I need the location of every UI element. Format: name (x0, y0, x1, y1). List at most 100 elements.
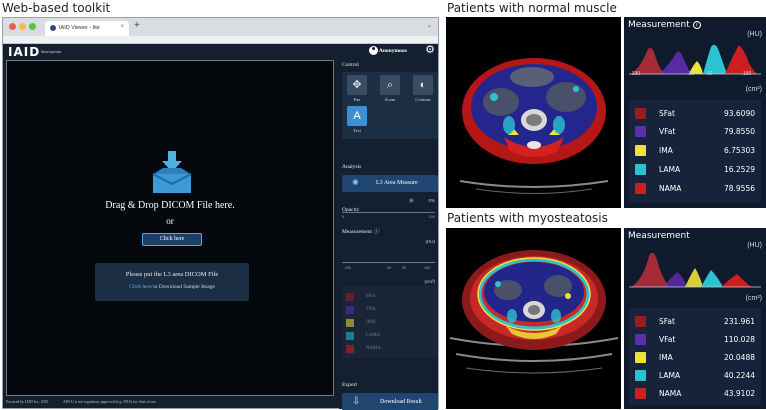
cm2-unit-label: (cm²) (745, 295, 762, 302)
ct-image-myosteatosis (446, 228, 621, 409)
hist-tick-label: -190 (630, 71, 641, 77)
contrast-icon: ◐ (413, 75, 433, 95)
tissue-list: SFat VFat IMA LAMA NAMA (342, 286, 438, 358)
tissue-label: VFat (366, 307, 376, 312)
sample-info-box: Please put the L3 area DICOM File Click … (95, 263, 249, 301)
measurement-row-value: 110.028 (723, 335, 755, 344)
new-tab-button[interactable]: + (134, 21, 140, 31)
measurement-row: VFat 79.8550 (635, 126, 755, 138)
tissue-label: NAMA (366, 346, 381, 351)
hu-unit-label: (HU) (425, 239, 436, 244)
measurement-title: Measurement i (628, 20, 701, 30)
cm2-unit-label: (cm²) (745, 86, 762, 93)
zoom-icon: ⌕ (380, 75, 400, 95)
sample-download-link[interactable]: Click here (129, 284, 152, 290)
measurement-row-name: IMA (659, 353, 673, 362)
l3-area-measure-button[interactable]: ✺ L3 Area Measure (342, 175, 438, 192)
measurement-row-value: 40.2244 (723, 371, 755, 380)
sfat-swatch (346, 293, 354, 301)
vfat-swatch (635, 334, 646, 345)
opacity-slider-min: 0 (342, 215, 345, 219)
measurement-row-name: NAMA (659, 184, 682, 193)
measurement-title-label: Measurement (628, 231, 690, 241)
app-product-name: Sarcopenia (41, 49, 62, 54)
window-close-dot[interactable] (9, 23, 16, 30)
measurement-row-name: SFat (659, 317, 675, 326)
measurement-row-value: 6.75303 (723, 146, 755, 155)
info-icon[interactable]: i (692, 21, 701, 29)
eye-icon[interactable]: ◉ (409, 197, 414, 204)
hist-tick-label: 150 (743, 71, 752, 77)
ima-swatch (346, 319, 354, 327)
window-maximize-dot[interactable] (29, 23, 36, 30)
export-heading: Export (342, 382, 357, 388)
ima-swatch (635, 145, 646, 156)
click-here-button[interactable]: Click here (142, 233, 202, 246)
control-panel: Control ✥ Pan ⌕ Zoom ◐ Contrast A Text A… (339, 60, 438, 410)
footer-copyright: Powered by IAID Inc. 2019 (6, 400, 49, 404)
l3-area-measure-label: L3 Area Measure (376, 180, 418, 186)
lama-swatch (635, 370, 646, 381)
measurement-panel-myosteatosis: Measurement (HU) (cm²) SFat 231.961 VFat… (624, 228, 766, 409)
app-footer: Powered by IAID Inc. 2019 AID-U is not r… (6, 400, 336, 404)
tissue-label: LAMA (366, 333, 381, 338)
address-bar[interactable] (3, 36, 438, 44)
tissue-label: SFat (366, 294, 375, 299)
opacity-slider[interactable] (342, 212, 435, 213)
measurement-legend-normal: SFat 93.6090 VFat 79.8550 IMA 6.75303 LA… (629, 100, 761, 202)
measurement-row: IMA 20.0488 (635, 352, 755, 364)
measurement-row: VFat 110.028 (635, 334, 755, 346)
hist-tick-label: 30 (402, 266, 406, 270)
ct-scan-normal-graphic (446, 17, 621, 208)
caption-myosteatosis: Patients with myosteatosis (447, 211, 608, 225)
measurement-row: LAMA 40.2244 (635, 370, 755, 382)
hu-histogram-normal (629, 44, 761, 75)
measurement-row-value: 43.9102 (723, 389, 755, 398)
sample-download-text: to Download Sample Image (151, 284, 215, 290)
user-avatar-icon[interactable] (369, 46, 378, 55)
contrast-label: Contrast (415, 97, 431, 102)
measurement-panel-normal: Measurement i (HU) -190 -30 30 150 (cm²) … (624, 17, 766, 208)
ct-scan-myosteatosis-graphic (446, 228, 621, 409)
hist-tick-label: -30 (386, 266, 392, 270)
drop-or-text: or (166, 216, 174, 226)
zoom-label: Zoom (384, 97, 396, 102)
gear-icon[interactable]: ⚙ (425, 44, 435, 56)
nama-swatch (635, 388, 646, 399)
browser-tab-bar: IAID Viewer - lite × + ⌄ (3, 18, 438, 36)
window-minimize-dot[interactable] (19, 23, 26, 30)
tool-grid: ✥ Pan ⌕ Zoom ◐ Contrast A Text (342, 72, 438, 139)
histogram-axis (342, 262, 435, 263)
histogram-ticks: -190 -30 30 150 (342, 266, 435, 272)
tab-close-icon[interactable]: × (120, 24, 124, 30)
measurement-row-value: 16.2529 (723, 165, 755, 174)
measurement-row-name: IMA (659, 146, 673, 155)
measurement-label: Measurement (342, 229, 372, 235)
sample-download-line: Click here to Download Sample Image (95, 284, 249, 290)
lama-swatch (635, 164, 646, 175)
chevron-down-icon[interactable]: ⌄ (427, 22, 432, 29)
hu-histogram-myosteatosis (629, 252, 761, 288)
lama-swatch (346, 332, 354, 340)
vfat-swatch (635, 126, 646, 137)
text-button[interactable]: A Text (346, 106, 368, 136)
ct-image-normal (446, 17, 621, 208)
measurement-row-name: LAMA (659, 371, 681, 380)
user-name[interactable]: Anonymous (379, 48, 407, 54)
zoom-button[interactable]: ⌕ Zoom (379, 75, 401, 105)
measurement-row: SFat 231.961 (635, 316, 755, 328)
measurement-heading: Measurement ⓘ (342, 227, 379, 235)
pan-button[interactable]: ✥ Pan (346, 75, 368, 105)
opacity-slider-max: 100 (428, 215, 435, 219)
download-result-button[interactable]: ⇩ Download Result (342, 393, 438, 410)
dicom-drop-zone[interactable]: Drag & Drop DICOM File here. or Click he… (6, 60, 334, 396)
browser-tab[interactable]: IAID Viewer - lite × (45, 21, 129, 36)
contrast-button[interactable]: ◐ Contrast (412, 75, 434, 105)
caption-normal-muscle: Patients with normal muscle (447, 1, 617, 15)
ima-swatch (635, 352, 646, 363)
text-label: Text (353, 128, 361, 133)
favicon-icon (50, 25, 56, 31)
info-icon[interactable]: ⓘ (373, 229, 379, 235)
opacity-row: Opacity ◉ 0% (342, 198, 438, 216)
sfat-swatch (635, 108, 646, 119)
